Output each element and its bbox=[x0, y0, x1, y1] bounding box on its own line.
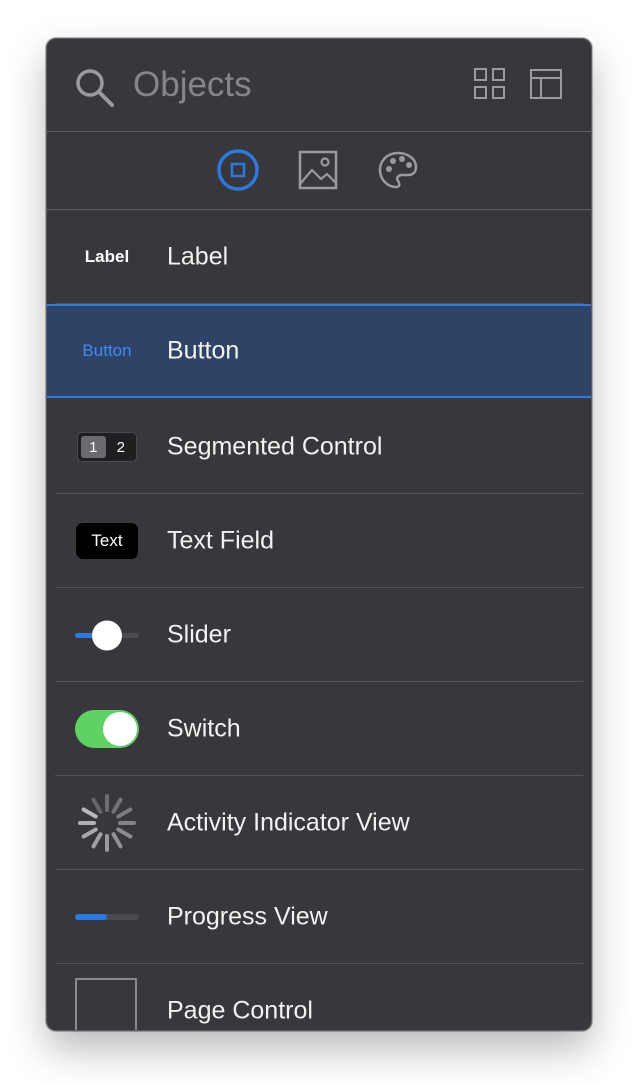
list-item-slider[interactable]: Slider bbox=[47, 588, 591, 682]
spinner-spoke bbox=[116, 807, 133, 819]
button-thumbnail-text: Button bbox=[82, 341, 132, 360]
list-item-activity-indicator[interactable]: Activity Indicator View bbox=[47, 776, 591, 870]
item-label: Page Control bbox=[167, 996, 313, 1025]
item-label: Segmented Control bbox=[167, 432, 383, 461]
search-input[interactable] bbox=[133, 63, 413, 107]
text-field-preview: Text bbox=[76, 523, 138, 559]
list-item-page-control[interactable]: Page Control bbox=[47, 964, 591, 1030]
item-label: Label bbox=[167, 242, 229, 271]
progress-view-thumbnail bbox=[75, 897, 139, 937]
search-icon bbox=[76, 69, 114, 107]
segment-2: 2 bbox=[116, 438, 125, 456]
spinner-spoke bbox=[81, 807, 98, 819]
grid-view-icon[interactable] bbox=[473, 67, 507, 101]
switch-thumbnail bbox=[75, 709, 139, 749]
spinner-spoke bbox=[81, 827, 98, 839]
activity-spinner-icon bbox=[78, 794, 136, 852]
item-label: Activity Indicator View bbox=[167, 808, 410, 837]
list-item-label[interactable]: Label Label bbox=[47, 210, 591, 304]
label-thumbnail-text: Label bbox=[84, 247, 130, 266]
slider-icon bbox=[75, 620, 139, 651]
search-bar bbox=[47, 39, 591, 132]
item-label: Switch bbox=[167, 714, 241, 743]
progress-bar-icon bbox=[75, 914, 139, 920]
spinner-spoke bbox=[111, 797, 123, 814]
item-label: Button bbox=[167, 336, 240, 365]
activity-indicator-thumbnail bbox=[75, 793, 139, 853]
switch-icon bbox=[75, 710, 139, 748]
list-item-text-field[interactable]: Text Text Field bbox=[47, 494, 591, 588]
segmented-control-preview: 1 2 bbox=[77, 432, 137, 462]
spinner-spoke bbox=[91, 797, 103, 814]
object-list: Label Label Button Button 1 2 Segmented … bbox=[47, 210, 591, 1030]
page-control-thumbnail bbox=[75, 978, 137, 1030]
item-label: Progress View bbox=[167, 902, 328, 931]
spinner-spoke bbox=[91, 832, 103, 849]
spinner-spoke bbox=[111, 832, 123, 849]
list-item-switch[interactable]: Switch bbox=[47, 682, 591, 776]
list-item-button[interactable]: Button Button bbox=[47, 304, 591, 398]
object-library-panel: Label Label Button Button 1 2 Segmented … bbox=[46, 38, 592, 1031]
library-layout-icon[interactable] bbox=[529, 67, 563, 101]
item-label: Slider bbox=[167, 620, 231, 649]
slider-thumbnail bbox=[75, 615, 139, 655]
objects-icon[interactable] bbox=[216, 148, 260, 192]
palette-icon[interactable] bbox=[376, 148, 420, 192]
item-label: Text Field bbox=[167, 526, 274, 555]
image-icon[interactable] bbox=[296, 148, 340, 192]
label-thumbnail: Label bbox=[75, 237, 139, 277]
list-item-segmented-control[interactable]: 1 2 Segmented Control bbox=[47, 400, 591, 494]
spinner-spoke bbox=[116, 827, 133, 839]
segment-1: 1 bbox=[81, 436, 106, 458]
list-item-progress-view[interactable]: Progress View bbox=[47, 870, 591, 964]
button-thumbnail: Button bbox=[75, 331, 139, 371]
text-field-thumbnail: Text bbox=[75, 521, 139, 561]
segmented-control-thumbnail: 1 2 bbox=[75, 427, 139, 467]
library-tabs bbox=[47, 132, 591, 210]
